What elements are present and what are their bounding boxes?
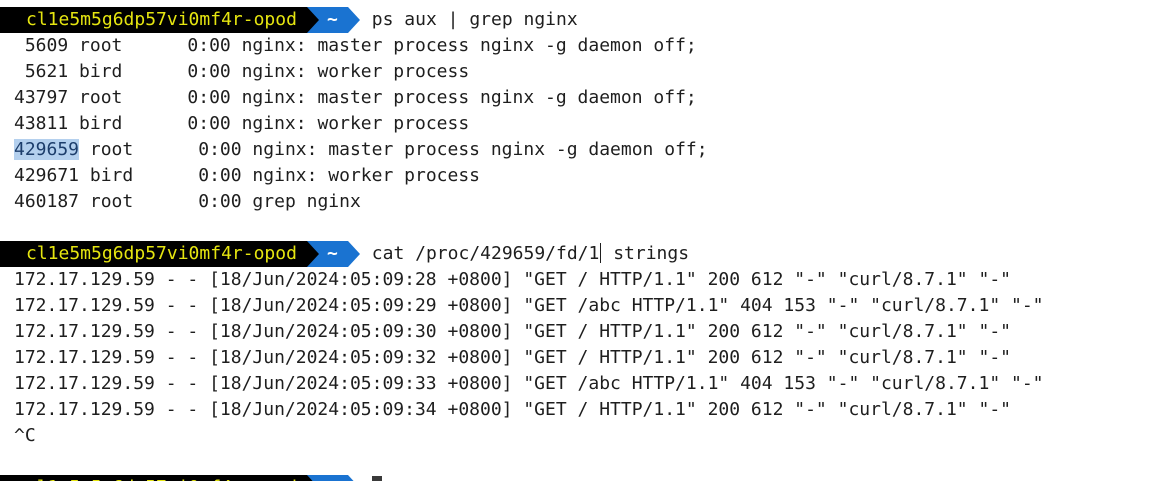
pid: 5609	[14, 35, 69, 56]
time: 0:00	[122, 87, 231, 108]
prompt-host: cl1e5m5g6dp57vi0mf4r-opod	[0, 7, 307, 33]
user: bird	[68, 113, 123, 134]
ps-output-row: 460187 root 0:00 grep nginx	[0, 189, 1154, 215]
command-text: ps aux | grep nginx	[371, 9, 578, 30]
powerline-separator-icon	[347, 241, 360, 267]
time: 0:00	[133, 191, 242, 212]
time: 0:00	[133, 139, 242, 160]
pid: 5621	[14, 61, 69, 82]
block-cursor-icon	[371, 476, 382, 481]
user: root	[68, 35, 123, 56]
prompt-line-1: cl1e5m5g6dp57vi0mf4r-opod ~ ps aux | gre…	[0, 7, 1154, 33]
pid: 429671	[14, 165, 80, 186]
prompt-host: cl1e5m5g6dp57vi0mf4r-opod	[0, 241, 307, 267]
user: bird	[79, 165, 134, 186]
powerline-separator-icon	[306, 475, 319, 481]
time: 0:00	[133, 165, 242, 186]
user: root	[79, 191, 134, 212]
prompt-line-2: cl1e5m5g6dp57vi0mf4r-opod ~ cat /proc/42…	[0, 241, 1154, 267]
ps-output-row: 43797 root 0:00 nginx: master process ng…	[0, 85, 1154, 111]
command-part-2: strings	[602, 243, 690, 264]
command-part-1: cat /proc/429659/fd/1	[371, 243, 600, 264]
ps-output-row: 5621 bird 0:00 nginx: worker process	[0, 59, 1154, 85]
user: bird	[68, 61, 123, 82]
time: 0:00	[122, 35, 231, 56]
selected-pid[interactable]: 429659	[14, 139, 80, 160]
log-line: 172.17.129.59 - - [18/Jun/2024:05:09:32 …	[14, 347, 1011, 368]
interrupt-text: ^C	[14, 425, 36, 446]
command-text: cat /proc/429659/fd/1 strings	[360, 241, 689, 267]
prompt-directory: ~	[318, 475, 348, 481]
user: root	[79, 139, 134, 160]
ps-output-row: 5609 root 0:00 nginx: master process ngi…	[0, 33, 1154, 59]
process-command: nginx: worker process	[241, 165, 481, 186]
log-line: 172.17.129.59 - - [18/Jun/2024:05:09:29 …	[14, 295, 1044, 316]
ps-output-row: 43811 bird 0:00 nginx: worker process	[0, 111, 1154, 137]
powerline-separator-icon	[347, 475, 360, 481]
log-line: 172.17.129.59 - - [18/Jun/2024:05:09:33 …	[14, 373, 1044, 394]
powerline-separator-icon	[347, 7, 360, 33]
process-command: nginx: master process nginx -g daemon of…	[230, 87, 697, 108]
process-command: nginx: worker process	[230, 113, 470, 134]
terminal-window[interactable]: cl1e5m5g6dp57vi0mf4r-opod ~ ps aux | gre…	[0, 0, 1154, 481]
pid: 460187	[14, 191, 80, 212]
process-command: nginx: worker process	[230, 61, 470, 82]
powerline-separator-icon	[306, 7, 319, 33]
prompt-line-3[interactable]: cl1e5m5g6dp57vi0mf4r-opod ~	[0, 475, 1154, 481]
time: 0:00	[122, 61, 231, 82]
prompt-directory: ~	[318, 241, 348, 267]
prompt-directory: ~	[318, 7, 348, 33]
powerline-separator-icon	[306, 241, 319, 267]
process-command: grep nginx	[241, 191, 361, 212]
user: root	[68, 87, 123, 108]
time: 0:00	[122, 113, 231, 134]
pid: 43811	[14, 113, 69, 134]
process-command: nginx: master process nginx -g daemon of…	[241, 139, 708, 160]
log-line: 172.17.129.59 - - [18/Jun/2024:05:09:34 …	[14, 399, 1011, 420]
log-line: 172.17.129.59 - - [18/Jun/2024:05:09:30 …	[14, 321, 1011, 342]
ps-output-row: 429659 root 0:00 nginx: master process n…	[0, 137, 1154, 163]
process-command: nginx: master process nginx -g daemon of…	[230, 35, 697, 56]
ps-output-row: 429671 bird 0:00 nginx: worker process	[0, 163, 1154, 189]
pid: 43797	[14, 87, 69, 108]
prompt-host: cl1e5m5g6dp57vi0mf4r-opod	[0, 475, 307, 481]
log-line: 172.17.129.59 - - [18/Jun/2024:05:09:28 …	[14, 269, 1011, 290]
